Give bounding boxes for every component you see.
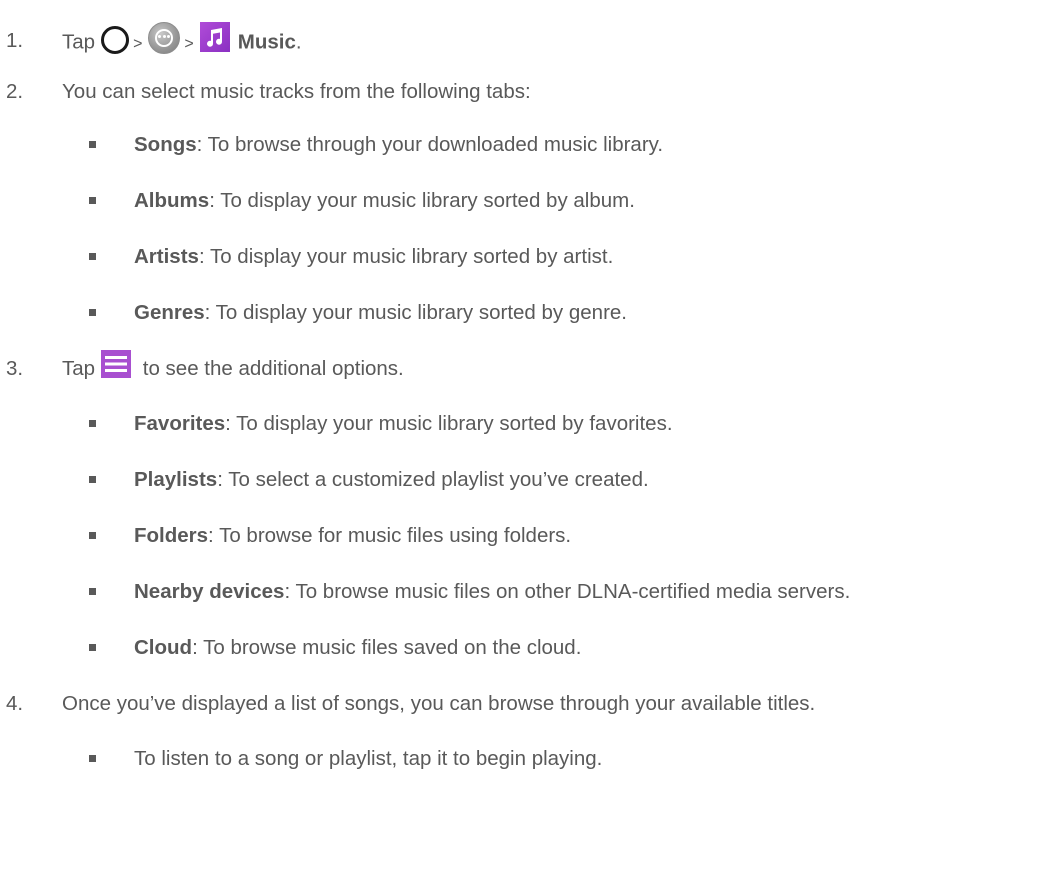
description: To listen to a song or playlist, tap it … xyxy=(134,747,603,770)
description: : To browse through your downloaded musi… xyxy=(196,133,664,156)
list-item-text: Songs: To browse through your downloaded… xyxy=(134,131,663,159)
term: Albums xyxy=(134,189,210,212)
description: : To browse for music files using folder… xyxy=(208,524,572,547)
separator: > xyxy=(133,35,143,53)
home-icon xyxy=(101,26,130,54)
step-text: Tap to see the additional options. xyxy=(62,349,404,384)
list-item-text: Playlists: To select a customized playli… xyxy=(134,466,649,494)
step-text: Once you’ve displayed a list of songs, y… xyxy=(62,692,816,715)
bullet-icon xyxy=(89,309,96,316)
description: : To browse music files on other DLNA-ce… xyxy=(284,580,851,603)
step-prefix: Tap xyxy=(62,30,96,54)
list-item-text: Artists: To display your music library s… xyxy=(134,243,613,271)
description: : To display your music library sorted b… xyxy=(198,245,614,268)
bullet-icon xyxy=(89,420,96,427)
period: . xyxy=(295,30,302,54)
list-item-text: Genres: To display your music library so… xyxy=(134,299,627,327)
list-item-text: Cloud: To browse music files saved on th… xyxy=(134,634,581,662)
menu-icon xyxy=(101,349,132,378)
step-text: You can select music tracks from the fol… xyxy=(62,80,531,103)
step-suffix: to see the additional options. xyxy=(137,357,404,380)
term: Cloud xyxy=(134,636,193,659)
music-label: Music xyxy=(237,30,296,54)
description: : To browse music files saved on the clo… xyxy=(192,636,582,659)
description: : To select a customized playlist you’ve… xyxy=(217,468,649,491)
bullet-icon xyxy=(89,253,96,260)
description: : To display your music library sorted b… xyxy=(209,189,635,212)
list-item-text: Nearby devices: To browse music files on… xyxy=(134,578,850,606)
description: : To display your music library sorted b… xyxy=(204,301,627,324)
step-number: 3. xyxy=(6,357,24,380)
term: Playlists xyxy=(134,468,218,491)
term: Songs xyxy=(134,133,197,156)
bullet-icon xyxy=(89,588,96,595)
apps-icon xyxy=(148,22,181,54)
term: Favorites xyxy=(134,412,226,435)
instructions-page: 1. Tap > > Music. 2. You can select music t… xyxy=(0,0,1041,869)
step-text: Tap > > Music. xyxy=(62,22,302,59)
list-item-text: Favorites: To display your music library… xyxy=(134,410,673,438)
description: : To display your music library sorted b… xyxy=(225,412,673,435)
term: Nearby devices xyxy=(134,580,285,603)
step-prefix: Tap xyxy=(62,357,96,380)
bullet-icon xyxy=(89,476,96,483)
bullet-icon xyxy=(89,755,96,762)
bullet-icon xyxy=(89,644,96,651)
term: Artists xyxy=(134,245,199,268)
separator: > xyxy=(184,35,194,53)
list-item-text: Folders: To browse for music files using… xyxy=(134,522,571,550)
step-number: 2. xyxy=(6,80,24,103)
bullet-icon xyxy=(89,197,96,204)
list-item-text: To listen to a song or playlist, tap it … xyxy=(134,745,602,773)
music-icon xyxy=(199,22,230,52)
bullet-icon xyxy=(89,532,96,539)
step-number: 1. xyxy=(6,29,24,52)
bullet-icon xyxy=(89,141,96,148)
term: Folders xyxy=(134,524,209,547)
list-item-text: Albums: To display your music library so… xyxy=(134,187,635,215)
term: Genres xyxy=(134,301,205,324)
step-number: 4. xyxy=(6,692,24,715)
